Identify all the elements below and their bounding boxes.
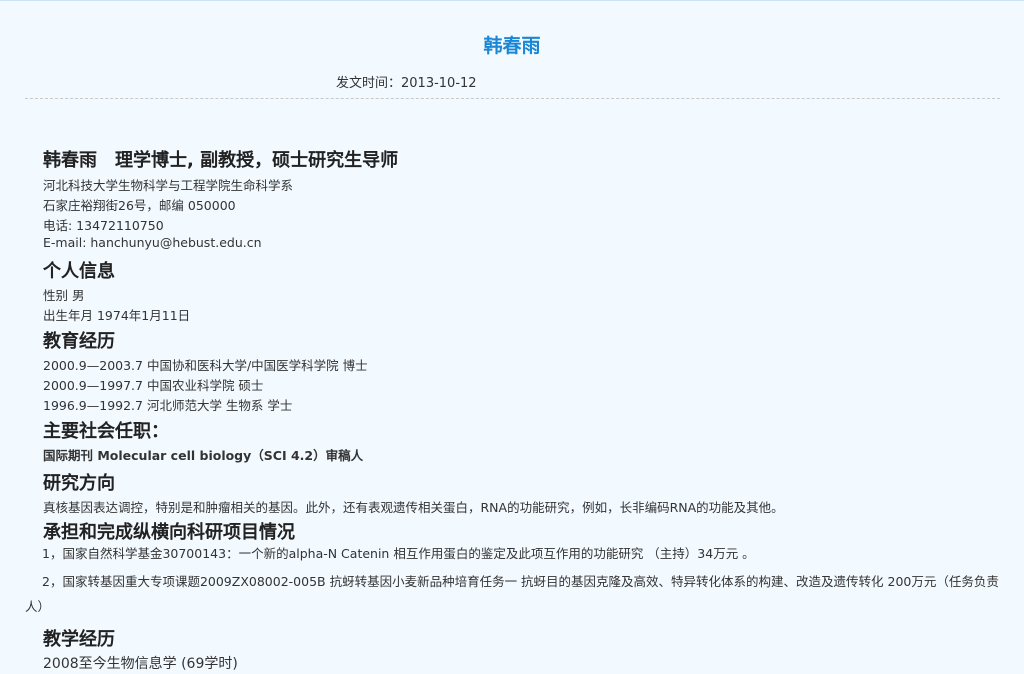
service-item: 国际期刊 Molecular cell biology（SCI 4.2）审稿人 [43,448,364,463]
project-item: 1，国家自然科学基金30700143：一个新的alpha-N Catenin 相… [42,546,755,561]
divider [25,98,1000,99]
profile-email: E-mail: hanchunyu@hebust.edu.cn [43,235,262,250]
profile-phone: 电话: 13472110750 [43,218,164,233]
education-item: 1996.9—1992.7 河北师范大学 生物系 学士 [43,398,293,413]
article-page: 韩春雨 发文时间：2013-10-12 韩春雨 理学博士, 副教授，硕士研究生导… [0,0,1024,674]
personal-gender: 性别 男 [43,288,85,303]
article-title: 韩春雨 [483,35,541,57]
education-item: 2000.9—1997.7 中国农业科学院 硕士 [43,378,264,393]
education-item: 2000.9—2003.7 中国协和医科大学/中国医学科学院 博士 [43,358,368,373]
profile-affiliation: 河北科技大学生物科学与工程学院生命科学系 [43,178,294,193]
section-heading-research: 研究方向 [43,473,115,494]
research-text: 真核基因表达调控，特别是和肿瘤相关的基因。此外，还有表观遗传相关蛋白，RNA的功… [43,500,784,515]
section-heading-teaching: 教学经历 [43,629,115,650]
profile-address: 石家庄裕翔街26号，邮编 050000 [43,198,236,213]
section-heading-education: 教育经历 [43,331,115,352]
section-heading-service: 主要社会任职： [43,421,169,442]
publish-date: 发文时间：2013-10-12 [336,76,477,91]
personal-birthdate: 出生年月 1974年1月11日 [43,308,191,323]
project-item: 2，国家转基因重大专项课题2009ZX08002-005B 抗蚜转基因小麦新品种… [25,574,999,614]
section-heading-personal: 个人信息 [43,261,115,282]
teaching-item: 2008至今生物信息学 (69学时) [43,656,238,672]
profile-heading: 韩春雨 理学博士, 副教授，硕士研究生导师 [43,150,399,171]
